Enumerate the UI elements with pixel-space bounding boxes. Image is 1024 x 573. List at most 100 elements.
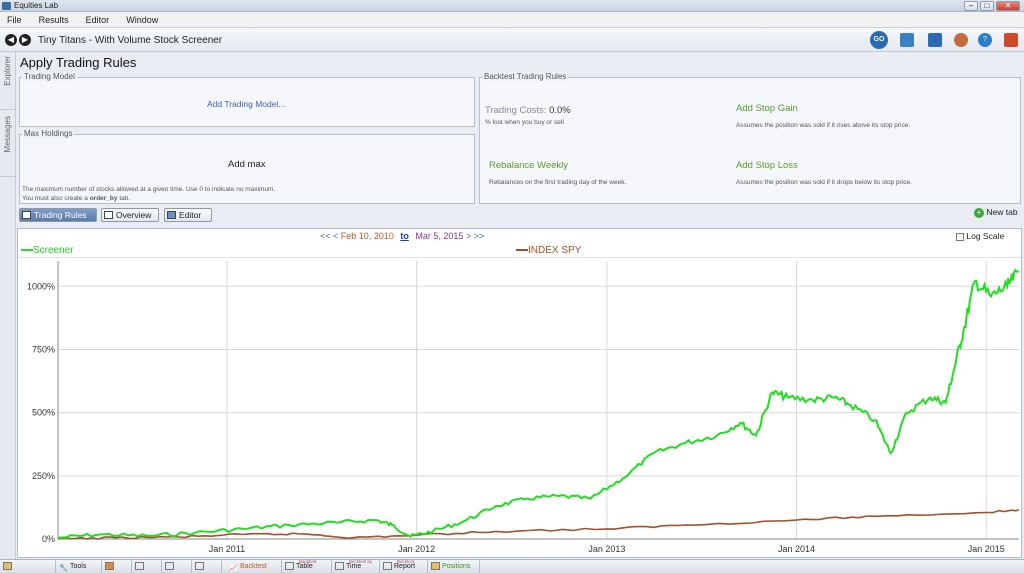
table-icon [285, 562, 294, 571]
time-icon [335, 562, 344, 571]
trading-model-section: Trading Model Add Trading Model... [19, 72, 475, 127]
grid-icon [135, 562, 144, 571]
stop-gain-help: Assumes the position was sold if it rise… [736, 122, 911, 129]
help-icon[interactable]: ? [978, 33, 992, 47]
legend-label-spy: INDEX SPY [528, 245, 582, 256]
editor-icon [167, 211, 176, 219]
menu-editor[interactable]: Editor [79, 12, 117, 28]
new-tab-button[interactable]: + New tab [974, 207, 1018, 218]
wrench-icon: 🔧 [59, 565, 68, 573]
positions-icon [431, 562, 440, 571]
y-tick-label: 0% [42, 534, 55, 544]
menu-window[interactable]: Window [119, 12, 165, 28]
menu-bar: File Results Editor Window [0, 12, 1024, 28]
max-holdings-legend: Max Holdings [22, 129, 75, 138]
end-date[interactable]: Mar 5, 2015 [415, 231, 463, 241]
max-holdings-help: The maximum number of stocks allowed at … [22, 186, 276, 193]
share-icon[interactable] [954, 33, 968, 47]
window-title: Equities Lab [14, 1, 59, 10]
log-scale-label: Log Scale [966, 231, 1005, 241]
time-sub-label: Backtest by [349, 559, 373, 564]
log-scale-checkbox[interactable] [956, 232, 964, 241]
series-line-screener [57, 268, 1020, 539]
backtest-label: Backtest [240, 563, 267, 570]
x-tick-label: Jan 2014 [778, 544, 815, 554]
positions-label: Positions [442, 563, 471, 570]
x-tick-label: Jan 2011 [209, 544, 245, 554]
rebalance-link[interactable]: Rebalance Weekly [489, 160, 568, 171]
tab-messages[interactable]: Messages [0, 112, 15, 177]
go-icon[interactable]: GO [870, 31, 888, 49]
y-tick-label: 1000% [27, 281, 55, 291]
add-stop-loss-link[interactable]: Add Stop Loss [736, 160, 798, 171]
note-text: You must also create a [22, 195, 90, 202]
trading-rules-icon [22, 211, 31, 219]
backtest-rules-legend: Backtest Trading Rules [482, 72, 569, 81]
close-button[interactable]: ✕ [996, 1, 1020, 11]
trading-costs-value: 0.0% [549, 105, 571, 116]
menu-file[interactable]: File [0, 12, 29, 28]
performance-chart: 0% 250% 500% 750% 1000% Jan 2011 Jan 2012 Jan 2… [27, 261, 1020, 554]
forward-icon[interactable]: ▶ [19, 34, 31, 46]
bottom-tab-backtest[interactable]: 📈 Backtest [226, 560, 282, 573]
tools-label: Tools [70, 563, 87, 570]
backtest-rules-section: Backtest Trading Rules Trading Costs: 0.… [479, 72, 1021, 204]
y-tick-label: 500% [32, 408, 55, 418]
sidebar: Explorer Messages [0, 52, 16, 562]
tab-trading-rules[interactable]: Trading Rules [19, 208, 97, 222]
title-bar: Equities Lab [0, 0, 1024, 12]
bottom-tab-d[interactable] [192, 560, 222, 573]
bottom-tab-b[interactable] [132, 560, 162, 573]
back-icon[interactable]: ◀ [5, 34, 17, 46]
add-max-button[interactable]: Add max [228, 159, 266, 170]
y-tick-label: 250% [32, 471, 55, 481]
tab-editor[interactable]: Editor [164, 208, 212, 222]
report-icon [383, 562, 392, 571]
add-stop-gain-link[interactable]: Add Stop Gain [736, 103, 798, 114]
legend-screener: Screener [21, 245, 74, 256]
tab-messages-label: Messages [3, 116, 12, 153]
menu-results[interactable]: Results [32, 12, 76, 28]
max-holdings-section: Max Holdings Add max The maximum number … [19, 129, 475, 204]
tab-overview-label: Overview [116, 210, 152, 220]
bottom-tab-tools[interactable]: 🔧 Tools [56, 560, 102, 573]
save-icon[interactable] [928, 33, 942, 47]
bottom-tab-a[interactable] [102, 560, 132, 573]
plot-icon [195, 562, 204, 571]
next-period-link[interactable]: > >> [466, 231, 484, 241]
legend-spy: INDEX SPY [516, 245, 581, 256]
tab-explorer-label: Explorer [3, 56, 12, 86]
bottom-tab-time[interactable]: Backtest by Time [332, 559, 380, 573]
bottom-tab-report[interactable]: Backtest Report [380, 559, 428, 573]
tab-overview[interactable]: Overview [101, 208, 159, 222]
prev-period-link[interactable]: << < [320, 231, 338, 241]
tab-trading-rules-label: Trading Rules [34, 210, 87, 220]
bottom-tab-table[interactable]: Backtest Table [282, 559, 332, 573]
minimize-button[interactable]: – [964, 1, 978, 11]
toolbar: ◀ ▶ Tiny Titans - With Volume Stock Scre… [0, 28, 1024, 52]
x-tick-label: Jan 2012 [398, 544, 435, 554]
bottom-tab-c[interactable] [162, 560, 192, 573]
series-line-spy [57, 509, 1020, 540]
chart-tool-icon [105, 562, 114, 571]
report-sub-label: Backtest [397, 559, 415, 564]
trading-costs[interactable]: Trading Costs: 0.0% [485, 105, 571, 116]
maximize-button[interactable]: □ [980, 1, 994, 11]
to-link[interactable]: to [400, 231, 409, 241]
log-scale-toggle[interactable]: Log Scale [956, 231, 1004, 241]
start-date[interactable]: Feb 10, 2010 [341, 231, 394, 241]
chart-legend: Screener INDEX SPY [18, 245, 1021, 258]
note-text-end: tab. [117, 195, 131, 202]
bottom-tab-home[interactable] [0, 560, 56, 573]
bottom-tab-bar: 🔧 Tools 📈 Backtest Backtest Table Backtest … [0, 559, 1024, 573]
tab-explorer[interactable]: Explorer [0, 52, 15, 110]
new-tab-label: New tab [986, 207, 1018, 217]
exit-icon[interactable] [1004, 33, 1018, 47]
backtest-chart-panel: << < Feb 10, 2010 to Mar 5, 2015 > >> Lo… [17, 228, 1022, 558]
order-by-keyword: order_by [89, 195, 118, 202]
legend-label-screener: Screener [33, 245, 74, 256]
plus-icon: + [974, 207, 984, 218]
window-icon[interactable] [900, 33, 914, 47]
bottom-tab-positions[interactable]: Positions [428, 560, 480, 573]
add-trading-model-link[interactable]: Add Trading Model... [207, 99, 285, 109]
